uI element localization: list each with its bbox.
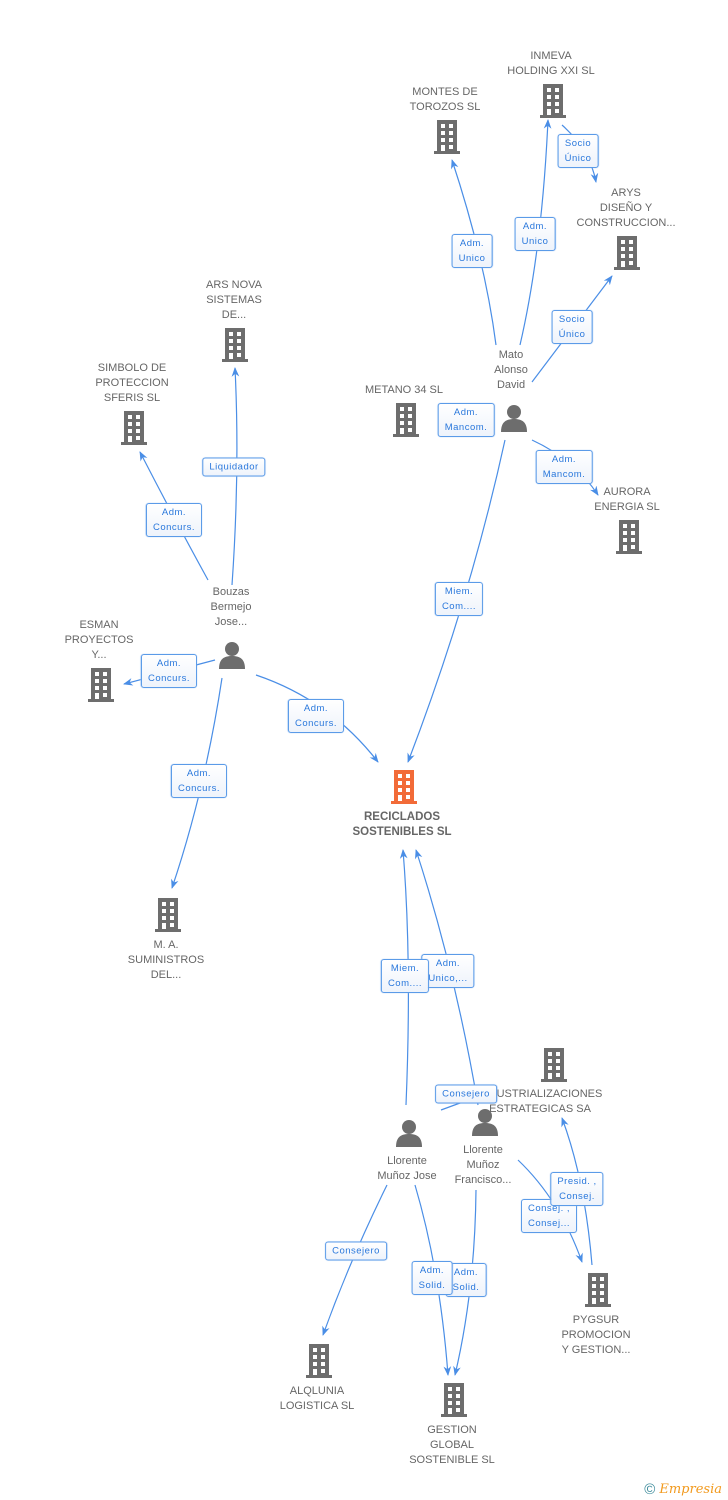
building-icon — [306, 1344, 332, 1378]
node-arys[interactable]: ARYS DISEÑO Y CONSTRUCCION... — [556, 186, 696, 231]
relation-label[interactable]: Presid. , Consej. — [550, 1172, 604, 1206]
person-icon — [219, 642, 245, 669]
node-mato[interactable]: Mato Alonso David — [441, 348, 581, 393]
node-gestion[interactable]: GESTION GLOBAL SOSTENIBLE SL — [382, 1423, 522, 1468]
building-icon — [441, 1383, 467, 1417]
node-lfrancisco[interactable]: Llorente Muñoz Francisco... — [413, 1143, 553, 1188]
building-icon — [88, 668, 114, 702]
relation-label[interactable]: Adm. Mancom. — [535, 450, 593, 484]
relation-label[interactable]: Adm. Unico — [451, 234, 493, 268]
focus-building-icon — [391, 770, 417, 804]
node-pygsur[interactable]: PYGSUR PROMOCION Y GESTION... — [526, 1313, 666, 1358]
building-icon — [541, 1048, 567, 1082]
empresia-logo[interactable]: Empresia — [659, 1482, 722, 1497]
relation-label[interactable]: Adm. Mancom. — [437, 403, 495, 437]
building-icon — [393, 403, 419, 437]
node-bouzas[interactable]: Bouzas Bermejo Jose... — [161, 585, 301, 630]
building-icon — [540, 84, 566, 118]
node-alqlunia[interactable]: ALQLUNIA LOGISTICA SL — [247, 1384, 387, 1414]
building-icon — [155, 898, 181, 932]
relation-label[interactable]: Socio Único — [557, 134, 599, 168]
copyright-symbol: © — [644, 1481, 656, 1498]
node-inmeva[interactable]: INMEVA HOLDING XXI SL — [481, 49, 621, 79]
relation-label[interactable]: Adm. Concurs. — [140, 654, 198, 688]
person-icon — [501, 405, 527, 432]
building-icon — [121, 411, 147, 445]
relation-label[interactable]: Adm. Concurs. — [287, 699, 345, 733]
building-icon — [222, 328, 248, 362]
relation-label[interactable]: Adm. Solid. — [411, 1261, 453, 1295]
node-ma[interactable]: M. A. SUMINISTROS DEL... — [96, 938, 236, 983]
relation-label[interactable]: Adm. Concurs. — [145, 503, 203, 537]
node-reciclados[interactable]: RECICLADOS SOSTENIBLES SL — [332, 810, 472, 840]
relation-label[interactable]: Miem. Com.... — [380, 959, 430, 993]
node-arsnova[interactable]: ARS NOVA SISTEMAS DE... — [164, 278, 304, 323]
building-icon — [434, 120, 460, 154]
relation-label[interactable]: Socio Único — [551, 310, 593, 344]
building-icon — [614, 236, 640, 270]
relation-label[interactable]: Miem. Com.... — [434, 582, 484, 616]
footer-credit: © Empresia — [644, 1481, 722, 1498]
building-icon — [585, 1273, 611, 1307]
relation-label[interactable]: Liquidador — [202, 457, 266, 477]
relation-label[interactable]: Consejero — [435, 1084, 497, 1104]
building-icon — [616, 520, 642, 554]
network-diagram: INMEVA HOLDING XXI SL MONTES DE TOROZOS … — [0, 0, 728, 1500]
node-montes[interactable]: MONTES DE TOROZOS SL — [375, 85, 515, 115]
node-aurora[interactable]: AURORA ENERGIA SL — [557, 485, 697, 515]
node-simbolo[interactable]: SIMBOLO DE PROTECCION SFERIS SL — [62, 361, 202, 406]
relation-label[interactable]: Adm. Concurs. — [170, 764, 228, 798]
relation-label[interactable]: Adm. Unico,... — [421, 954, 475, 988]
edge-bouzas-arsnova — [231, 367, 240, 586]
relation-label[interactable]: Adm. Unico — [514, 217, 556, 251]
relation-label[interactable]: Consejero — [325, 1241, 387, 1261]
